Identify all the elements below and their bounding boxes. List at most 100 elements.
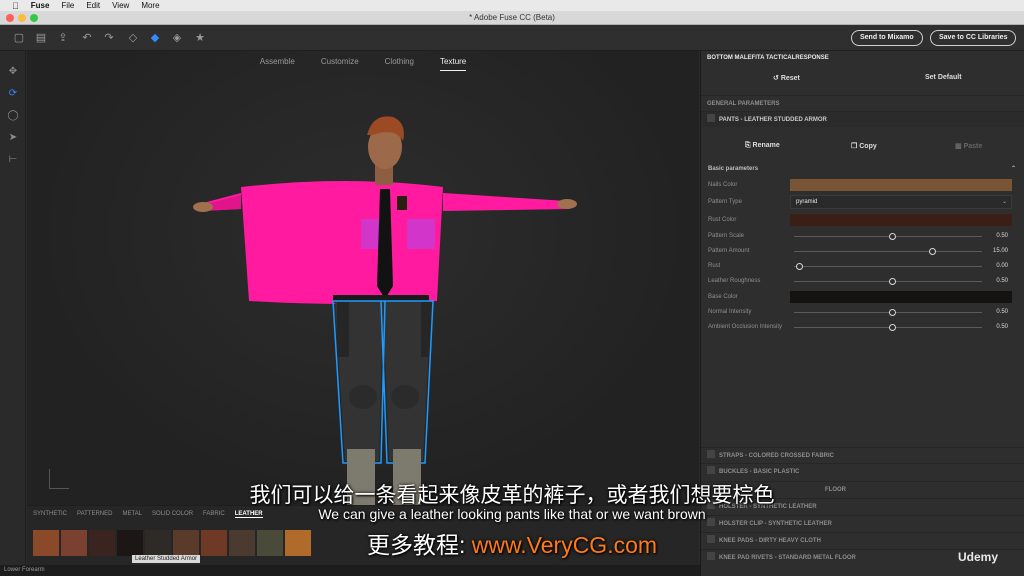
pattern-type-select[interactable]: pyramid ⌄ <box>790 195 1012 209</box>
right-knee-pad <box>391 385 419 409</box>
promo-prefix: 更多教程: <box>366 532 472 558</box>
param-label: Ambient Occlusion Intensity <box>708 324 783 330</box>
param-value: 0.50 <box>996 309 1008 315</box>
param-label: Normal Intensity <box>708 309 752 315</box>
undo-icon[interactable]: ↶ <box>80 31 94 45</box>
right-hand <box>557 199 577 209</box>
status-bar: Lower Forearm <box>0 565 700 576</box>
param-value: 0.50 <box>996 324 1008 330</box>
material-section[interactable]: STRAPS - COLORED CROSSED FABRIC <box>701 447 1024 463</box>
pose-icon[interactable]: ⊢ <box>6 153 20 167</box>
send-to-mixamo-button[interactable]: Send to Mixamo <box>851 30 923 46</box>
param-nails-color: Nails Color <box>708 179 1016 191</box>
move-icon[interactable]: ✥ <box>6 65 20 79</box>
character-model[interactable] <box>27 51 699 505</box>
material-section-header[interactable]: PANTS - LEATHER STUDDED ARMOR <box>701 111 1024 127</box>
3d-viewport[interactable]: Assemble Customize Clothing Texture <box>27 51 699 505</box>
rotate-icon[interactable]: ⟳ <box>6 87 20 101</box>
slider-handle[interactable] <box>889 233 896 240</box>
param-pattern-scale: Pattern Scale 0.50 <box>708 230 1016 242</box>
select-value: pyramid <box>796 199 818 205</box>
panel-title: BOTTOM MALEFITA TACTICALRESPONSE <box>707 55 829 61</box>
toolbar: ▢ ▤ ⇪ ↶ ↷ ◇ ◆ ◈ ★ Send to Mixamo Save to… <box>0 25 1024 51</box>
menu-edit[interactable]: Edit <box>86 1 100 10</box>
basic-parameters-header[interactable]: Basic parameters ⌃ <box>708 163 1016 175</box>
color-picker[interactable] <box>790 214 1012 226</box>
paste-button[interactable]: ▩ Paste <box>955 142 982 150</box>
star-icon[interactable]: ★ <box>193 31 207 45</box>
material-section[interactable]: BUCKLES - BASIC PLASTIC <box>701 463 1024 479</box>
slider-handle[interactable] <box>929 248 936 255</box>
slider-track[interactable] <box>794 236 982 237</box>
reset-button[interactable]: ↺ Reset <box>773 74 800 82</box>
paste-label: Paste <box>963 143 983 150</box>
param-ao-intensity: Ambient Occlusion Intensity 0.50 <box>708 321 1016 333</box>
slider-handle[interactable] <box>889 324 896 331</box>
param-pattern-amount: Pattern Amount 15.00 <box>708 245 1016 257</box>
window-controls <box>6 14 38 22</box>
material-thumb-icon <box>707 114 715 122</box>
menu-file[interactable]: File <box>61 1 74 10</box>
param-value: 15.00 <box>992 248 1008 254</box>
param-value: 0.50 <box>996 278 1008 284</box>
slider-track[interactable] <box>794 251 982 252</box>
left-knee-pad <box>349 385 377 409</box>
menu-app[interactable]: Fuse <box>31 1 50 10</box>
chevron-down-icon: ⌄ <box>1001 199 1007 205</box>
save-to-cc-libraries-button[interactable]: Save to CC Libraries <box>930 30 1017 46</box>
param-base-color: Base Color <box>708 291 1016 303</box>
set-default-button[interactable]: Set Default <box>925 74 962 81</box>
param-rust: Rust 0.00 <box>708 260 1016 272</box>
close-window-button[interactable] <box>6 14 14 22</box>
param-rust-color: Rust Color <box>708 214 1016 226</box>
cube-solid-icon[interactable]: ◆ <box>148 31 162 45</box>
cube-outline-icon[interactable]: ◇ <box>126 31 140 45</box>
param-pattern-type: Pattern Type pyramid ⌄ <box>708 195 1016 209</box>
slider-track[interactable] <box>794 327 982 328</box>
copy-button[interactable]: ❐ Copy <box>851 142 877 150</box>
slider-handle[interactable] <box>796 263 803 270</box>
menu-more[interactable]: More <box>141 1 159 10</box>
orbit-icon[interactable]: ◯ <box>6 109 20 123</box>
udemy-watermark: Udemy <box>958 550 999 564</box>
param-value: 0.50 <box>996 233 1008 239</box>
subtitle-chinese: 我们可以给一条看起来像皮革的裤子，或者我们想要棕色 <box>249 484 775 507</box>
redo-icon[interactable]: ↷ <box>102 31 116 45</box>
zoom-window-button[interactable] <box>30 14 38 22</box>
cube-textured-icon[interactable]: ◈ <box>170 31 184 45</box>
slider-handle[interactable] <box>889 309 896 316</box>
material-section-label: PANTS - LEATHER STUDDED ARMOR <box>719 117 827 123</box>
menubar:  Fuse File Edit View More <box>0 0 1024 11</box>
right-pocket <box>407 219 435 249</box>
param-leather-roughness: Leather Roughness 0.50 <box>708 275 1016 287</box>
export-icon[interactable]: ⇪ <box>56 31 70 45</box>
select-pointer-icon[interactable]: ➤ <box>6 131 20 145</box>
left-holster <box>337 301 349 357</box>
general-parameters-section[interactable]: GENERAL PARAMETERS <box>701 95 1024 111</box>
reset-label: Reset <box>780 75 800 82</box>
copy-label: Copy <box>859 143 877 150</box>
slider-track[interactable] <box>794 266 982 267</box>
color-picker[interactable] <box>790 291 1012 303</box>
param-label: Rust <box>708 263 721 269</box>
slider-track[interactable] <box>794 312 982 313</box>
basic-parameters-label: Basic parameters <box>708 166 759 172</box>
new-model-icon[interactable]: ▢ <box>12 31 26 45</box>
minimize-window-button[interactable] <box>18 14 26 22</box>
material-thumb-icon <box>707 450 715 458</box>
subtitle-promo: 更多教程: www.VeryCG.com <box>0 526 1024 560</box>
color-picker[interactable] <box>790 179 1012 191</box>
material-thumb-icon <box>707 466 715 474</box>
open-icon[interactable]: ▤ <box>34 31 48 45</box>
section-label: BUCKLES - BASIC PLASTIC <box>719 469 800 475</box>
slider-track[interactable] <box>794 281 982 282</box>
apple-icon[interactable]:  <box>12 1 19 11</box>
rename-button[interactable]: ⎘ Rename <box>745 142 780 150</box>
param-label: Pattern Scale <box>708 233 745 239</box>
rename-label: Rename <box>752 142 780 149</box>
param-value: 0.00 <box>996 263 1008 269</box>
window-title: * Adobe Fuse CC (Beta) <box>469 13 555 22</box>
section-label: STRAPS - COLORED CROSSED FABRIC <box>719 453 835 459</box>
menu-view[interactable]: View <box>112 1 129 10</box>
slider-handle[interactable] <box>889 278 896 285</box>
